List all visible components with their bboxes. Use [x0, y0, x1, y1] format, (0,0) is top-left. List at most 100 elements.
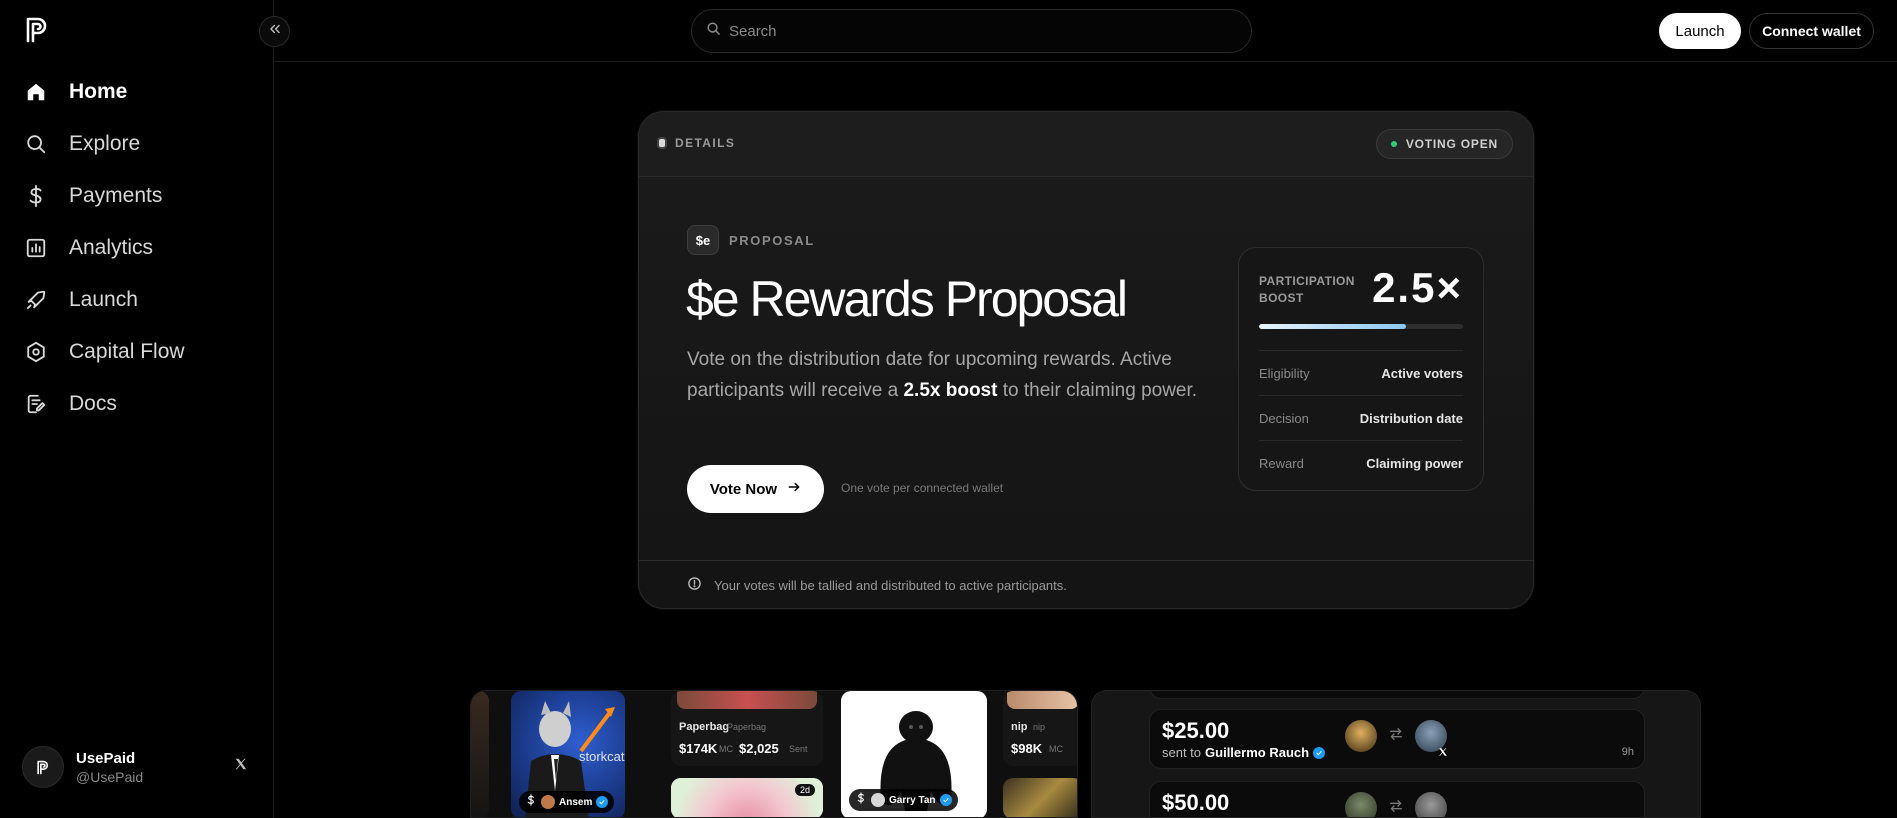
proposal-title: $e Rewards Proposal: [686, 271, 1128, 327]
payment-recipient-line: sent to Guillermo Rauch: [1162, 745, 1326, 760]
token-tile-gorilla[interactable]: Garry Tan: [841, 691, 987, 817]
verified-badge-icon: [1313, 746, 1326, 759]
token-tile-nip[interactable]: nip nip $98K MC: [1003, 691, 1077, 766]
sidebar-item-home[interactable]: Home: [0, 66, 274, 118]
profile-info: UsePaid @UsePaid: [76, 750, 143, 785]
home-icon: [24, 80, 48, 104]
payment-time: 9h: [1621, 746, 1634, 758]
stat-value: Claiming power: [1366, 455, 1463, 471]
stat-key: Decision: [1259, 410, 1309, 426]
search-bar[interactable]: [691, 9, 1252, 53]
recipient-avatar: [1415, 792, 1447, 817]
token-tile-pink[interactable]: 2d: [671, 778, 823, 817]
token-badge: $e: [687, 225, 719, 255]
launch-button[interactable]: Launch: [1659, 13, 1741, 49]
stat-value: Distribution date: [1359, 410, 1463, 426]
sidebar-item-label: Explore: [69, 132, 141, 155]
token-tile-edge[interactable]: [471, 691, 489, 817]
details-dot-icon: [657, 137, 667, 149]
tile-overlay-text: storkcat: [579, 749, 625, 764]
sidebar-item-label: Capital Flow: [69, 340, 185, 363]
sidebar-item-label: Payments: [69, 184, 163, 207]
sidebar-item-label: Launch: [69, 288, 138, 311]
sidebar: Home Explore Payments Analytics Launch C…: [0, 0, 274, 818]
vote-now-button[interactable]: Vote Now: [687, 465, 824, 513]
vote-now-label: Vote Now: [709, 480, 778, 498]
market-cap: $98K: [1011, 741, 1043, 756]
search-input[interactable]: [729, 22, 1209, 40]
usepaid-mini-icon: [855, 791, 867, 809]
sidebar-item-docs[interactable]: Docs: [0, 378, 274, 430]
payment-card[interactable]: $25.00 sent to Guillermo Rauch 9h: [1149, 709, 1645, 769]
connect-wallet-button[interactable]: Connect wallet: [1749, 13, 1874, 49]
age-badge: 2d: [794, 784, 815, 796]
token-image: [677, 691, 817, 709]
swap-arrows-icon: [1388, 726, 1404, 747]
sidebar-item-label: Docs: [69, 392, 117, 415]
status-badge: VOTING OPEN: [1375, 129, 1513, 159]
search-icon: [706, 21, 721, 41]
collapse-sidebar-button[interactable]: [259, 16, 290, 47]
app-root: Home Explore Payments Analytics Launch C…: [0, 0, 1897, 818]
profile-name: UsePaid: [76, 749, 136, 767]
token-ticker: nip: [1033, 722, 1046, 732]
sender-avatar: [1345, 720, 1377, 752]
boost-label: PARTICIPATION BOOST: [1259, 273, 1355, 307]
chevrons-left-icon: [268, 22, 282, 41]
sidebar-item-label: Home: [69, 80, 128, 103]
proposal-description: Vote on the distribution date for upcomi…: [687, 344, 1207, 406]
creator-name: Ansem: [559, 796, 593, 808]
sidebar-item-explore[interactable]: Explore: [0, 118, 274, 170]
status-dot-icon: [1390, 141, 1397, 147]
token-ticker: Paperbag: [727, 722, 767, 732]
sidebar-item-capital-flow[interactable]: Capital Flow: [0, 326, 274, 378]
creator-name: Garry Tan: [889, 794, 936, 806]
sent-unit: Sent: [789, 744, 808, 754]
document-edit-icon: [24, 392, 48, 416]
token-feed-panel: storkcat Ansem Paperbag Paperbag $174K M…: [470, 690, 1078, 818]
profile-handle: @UsePaid: [76, 768, 144, 785]
creator-tag: Garry Tan: [849, 789, 958, 811]
creator-avatar: [871, 793, 885, 807]
card-header: DETAILS VOTING OPEN: [639, 112, 1533, 177]
sidebar-item-analytics[interactable]: Analytics: [0, 222, 274, 274]
boost-value: 2.5×: [1372, 264, 1463, 311]
payment-recipient: Guillermo Rauch: [1205, 745, 1310, 760]
footer-note: Your votes will be tallied and distribut…: [714, 578, 1067, 593]
payment-card[interactable]: $50.00: [1149, 781, 1645, 817]
token-tile-ansem[interactable]: storkcat Ansem: [511, 691, 625, 817]
token-image: [471, 691, 489, 817]
token-name: nip: [1011, 721, 1028, 733]
token-tile-paperbag[interactable]: Paperbag Paperbag $174K MC $2,025 Sent: [671, 691, 823, 766]
sidebar-item-payments[interactable]: Payments: [0, 170, 274, 222]
token-tile-stock[interactable]: [1003, 778, 1077, 817]
boost-progress-fill: [1259, 324, 1406, 329]
card-footer: Your votes will be tallied and distribut…: [639, 560, 1533, 608]
chart-icon: [24, 236, 48, 260]
details-text: DETAILS: [675, 136, 736, 150]
stat-key: Eligibility: [1259, 365, 1310, 381]
profile-card[interactable]: UsePaid @UsePaid: [22, 745, 252, 789]
sent-amount: $2,025: [739, 741, 779, 756]
creator-avatar: [541, 795, 555, 809]
x-logo-icon[interactable]: [234, 757, 252, 775]
info-icon: [687, 576, 702, 596]
topbar: Launch Connect wallet: [274, 0, 1897, 62]
stat-row-decision: Decision Distribution date: [1259, 395, 1463, 440]
rocket-icon: [24, 288, 48, 312]
stat-row-eligibility: Eligibility Active voters: [1259, 350, 1463, 395]
stat-key: Reward: [1259, 455, 1304, 471]
avatar: [22, 746, 64, 788]
token-image: [1003, 778, 1077, 817]
usepaid-logo-icon[interactable]: [24, 14, 50, 44]
payment-card-prev: [1149, 691, 1645, 699]
creator-tag: Ansem: [519, 791, 615, 813]
verified-badge-icon: [939, 794, 952, 806]
stat-row-reward: Reward Claiming power: [1259, 440, 1463, 485]
search-icon: [24, 132, 48, 156]
sidebar-item-launch[interactable]: Launch: [0, 274, 274, 326]
boost-label-line1: PARTICIPATION: [1259, 274, 1355, 288]
payment-amount: $50.00: [1162, 790, 1230, 815]
payments-feed-panel: $25.00 sent to Guillermo Rauch 9h $50.00: [1091, 690, 1701, 818]
token-image: [1007, 691, 1077, 709]
